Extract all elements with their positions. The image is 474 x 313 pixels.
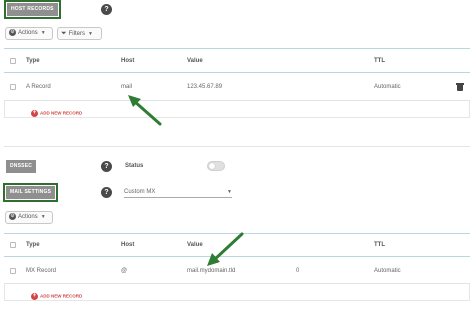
section-divider bbox=[4, 146, 470, 147]
dnssec-section-label: DNSSEC bbox=[6, 160, 37, 173]
column-header-host: Host bbox=[121, 58, 135, 64]
cell-type: MX Record bbox=[26, 268, 57, 274]
caret-down-icon: ▼ bbox=[40, 214, 46, 220]
add-new-record-label: ADD NEW RECORD bbox=[40, 110, 83, 116]
cell-ttl[interactable]: Automatic bbox=[374, 84, 401, 90]
cell-priority[interactable]: 0 bbox=[296, 268, 299, 274]
select-all-checkbox[interactable] bbox=[10, 242, 16, 248]
cell-value[interactable]: 123.45.67.89 bbox=[187, 84, 222, 90]
cell-host[interactable]: @ bbox=[121, 268, 127, 274]
help-icon[interactable]: ? bbox=[101, 187, 112, 198]
actions-button[interactable]: ⚙ Actions ▼ bbox=[5, 27, 53, 40]
dnssec-status-toggle[interactable] bbox=[207, 161, 225, 171]
gear-icon: ⚙ bbox=[9, 28, 16, 36]
arrow-icon bbox=[207, 232, 244, 266]
gear-icon: ⚙ bbox=[9, 212, 16, 220]
add-new-record-button[interactable]: + ADD NEW RECORD bbox=[31, 110, 82, 117]
actions-button[interactable]: ⚙ Actions ▼ bbox=[5, 211, 53, 224]
mail-settings-section-label: MAIL SETTINGS bbox=[2, 183, 59, 202]
column-header-ttl: TTL bbox=[374, 58, 385, 64]
row-checkbox[interactable] bbox=[10, 84, 16, 90]
cell-host[interactable]: mail bbox=[121, 84, 132, 90]
column-header-ttl: TTL bbox=[374, 242, 385, 248]
plus-icon: + bbox=[31, 110, 38, 117]
column-header-host: Host bbox=[121, 242, 135, 248]
mail-settings-selected-value: Custom MX bbox=[124, 189, 156, 195]
arrow-icon bbox=[128, 95, 162, 126]
filters-label: Filters bbox=[68, 31, 85, 37]
actions-label: Actions bbox=[18, 30, 38, 36]
cell-type: A Record bbox=[26, 84, 51, 90]
row-checkbox[interactable] bbox=[10, 268, 16, 274]
caret-down-icon: ▼ bbox=[227, 189, 232, 195]
column-header-value: Value bbox=[187, 242, 203, 248]
help-icon[interactable]: ? bbox=[101, 4, 112, 15]
column-header-type: Type bbox=[26, 58, 40, 64]
add-new-record-label: ADD NEW RECORD bbox=[40, 293, 83, 299]
table-border-top bbox=[4, 48, 470, 49]
help-icon[interactable]: ? bbox=[101, 161, 112, 172]
filter-icon: ⏷ bbox=[61, 30, 67, 37]
caret-down-icon: ▼ bbox=[40, 30, 46, 36]
column-header-type: Type bbox=[26, 242, 40, 248]
plus-icon: + bbox=[31, 293, 38, 300]
mail-settings-select[interactable]: Custom MX ▼ bbox=[124, 188, 232, 198]
caret-down-icon: ▼ bbox=[87, 31, 93, 37]
cell-ttl[interactable]: Automatic bbox=[374, 268, 401, 274]
select-all-checkbox[interactable] bbox=[10, 58, 16, 64]
header-divider bbox=[4, 72, 470, 73]
add-new-record-button[interactable]: + ADD NEW RECORD bbox=[31, 293, 82, 300]
column-header-value: Value bbox=[187, 58, 203, 64]
status-label: Status bbox=[125, 163, 144, 169]
trash-icon[interactable] bbox=[456, 83, 464, 91]
actions-label: Actions bbox=[18, 214, 38, 220]
host-records-section-label: HOST RECORDS bbox=[4, 0, 61, 19]
filters-button[interactable]: ⏷ Filters ▼ bbox=[57, 27, 102, 40]
